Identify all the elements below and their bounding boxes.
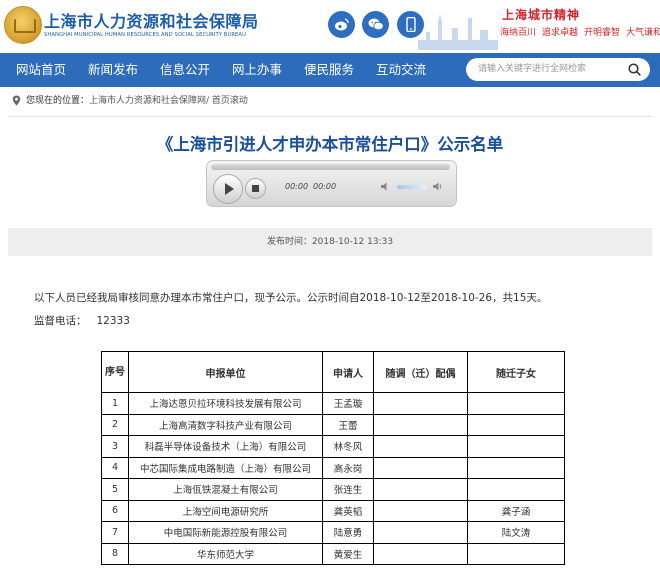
cell-spouse bbox=[373, 456, 468, 479]
search-placeholder: 请输入关键字进行全网检索 bbox=[478, 64, 587, 74]
cell-unit: 上海佤铁混凝土有限公司 bbox=[128, 478, 323, 501]
cell-unit: 中电国际新能源控股有限公司 bbox=[128, 521, 323, 544]
cell-seq: 3 bbox=[101, 435, 129, 458]
col-header-seq: 序号 bbox=[101, 351, 129, 393]
cell-children bbox=[467, 392, 565, 415]
cell-applicant: 黄爱生 bbox=[322, 542, 374, 565]
divider bbox=[8, 116, 652, 117]
cell-seq: 7 bbox=[101, 521, 129, 544]
cell-unit: 华东师范大学 bbox=[128, 542, 323, 565]
breadcrumb-path[interactable]: 上海市人力资源和社会保障网/ 首页滚动 bbox=[89, 96, 248, 106]
cell-applicant: 高永岗 bbox=[322, 456, 374, 479]
intro-text: 以下人员已经我局审核同意办理本市常住户口，现予公示。公示时间自2018-10-1… bbox=[34, 292, 548, 304]
volume-slider[interactable] bbox=[397, 185, 427, 189]
cell-applicant: 王蕾 bbox=[322, 413, 374, 436]
cell-children bbox=[467, 435, 565, 458]
bureau-logo[interactable] bbox=[4, 6, 42, 44]
nav-item-info-disclosure[interactable]: 信息公开 bbox=[160, 53, 210, 87]
cell-applicant: 林冬风 bbox=[322, 435, 374, 458]
spirit-word: 开明睿智 bbox=[584, 28, 621, 38]
cell-seq: 5 bbox=[101, 478, 129, 501]
mute-icon[interactable] bbox=[380, 181, 391, 192]
cell-seq: 6 bbox=[101, 499, 129, 522]
table-row: 2 上海高清数字科技产业有限公司 王蕾 bbox=[101, 413, 565, 436]
cell-spouse bbox=[373, 521, 468, 544]
cell-applicant: 王孟璇 bbox=[322, 392, 374, 415]
site-header: 上海市人力资源和社会保障局 SHANGHAI MUNICIPAL HUMAN R… bbox=[0, 0, 660, 52]
search-icon[interactable] bbox=[628, 63, 641, 76]
stop-button[interactable] bbox=[245, 178, 266, 199]
table-row: 6 上海空间电源研究所 龚英韬 龚子涵 bbox=[101, 499, 565, 522]
table-row: 1 上海达恩贝拉环境科技发展有限公司 王孟璇 bbox=[101, 392, 565, 415]
table-row: 8 华东师范大学 黄爱生 bbox=[101, 542, 565, 565]
table-row: 4 中芯国际集成电路制造（上海）有限公司 高永岗 bbox=[101, 456, 565, 479]
wechat-icon[interactable] bbox=[362, 11, 389, 38]
city-skyline-decoration bbox=[418, 14, 498, 50]
cell-spouse bbox=[373, 413, 468, 436]
phone-label: 监督电话： bbox=[34, 315, 87, 327]
cell-unit: 上海高清数字科技产业有限公司 bbox=[128, 413, 323, 436]
table-header-row: 序号 申报单位 申请人 随调（迁）配偶 随迁子女 bbox=[101, 351, 565, 393]
cell-spouse bbox=[373, 499, 468, 522]
cell-applicant: 陆意勇 bbox=[322, 521, 374, 544]
table-body: 1 上海达恩贝拉环境科技发展有限公司 王孟璇 2 上海高清数字科技产业有限公司 王蕾 3 科磊… bbox=[101, 392, 565, 565]
cell-seq: 8 bbox=[101, 542, 129, 565]
cell-children bbox=[467, 542, 565, 565]
total-time: 00:00 bbox=[313, 182, 337, 191]
current-time: 00:00 bbox=[285, 182, 309, 191]
cell-seq: 4 bbox=[101, 456, 129, 479]
mobile-icon[interactable] bbox=[397, 11, 424, 38]
site-title[interactable]: 上海市人力资源和社会保障局 bbox=[44, 8, 259, 32]
cell-children bbox=[467, 478, 565, 501]
page-title: 《上海市引进人才申办本市常住户口》公示名单 bbox=[156, 135, 504, 154]
col-header-children: 随迁子女 bbox=[467, 351, 565, 393]
spirit-word: 追求卓越 bbox=[542, 28, 579, 38]
col-header-unit: 申报单位 bbox=[128, 351, 323, 393]
cell-spouse bbox=[373, 542, 468, 565]
nav-item-home[interactable]: 网站首页 bbox=[16, 53, 66, 87]
search-input[interactable]: 请输入关键字进行全网检索 bbox=[466, 58, 650, 81]
table-row: 5 上海佤铁混凝土有限公司 张连生 bbox=[101, 478, 565, 501]
breadcrumb: 您现在的位置：上海市人力资源和社会保障网/ 首页滚动 bbox=[12, 93, 248, 109]
cell-seq: 2 bbox=[101, 413, 129, 436]
col-header-spouse: 随调（迁）配偶 bbox=[373, 351, 468, 393]
audio-progress-bar[interactable] bbox=[211, 164, 450, 170]
cell-children bbox=[467, 413, 565, 436]
cell-children: 龚子涵 bbox=[467, 499, 565, 522]
cell-spouse bbox=[373, 478, 468, 501]
phone-number: 12333 bbox=[96, 315, 130, 327]
cell-children: 陆文涛 bbox=[467, 521, 565, 544]
cell-spouse bbox=[373, 435, 468, 458]
play-button[interactable] bbox=[213, 174, 243, 204]
nav-item-interaction[interactable]: 互动交流 bbox=[376, 53, 426, 87]
location-pin-icon bbox=[12, 95, 21, 106]
col-header-applicant: 申请人 bbox=[322, 351, 374, 393]
publicity-table: 序号 申报单位 申请人 随调（迁）配偶 随迁子女 1 上海达恩贝拉环境科技发展有限… bbox=[101, 351, 565, 565]
nav-item-news[interactable]: 新闻发布 bbox=[88, 53, 138, 87]
supervision-phone: 监督电话： 12333 bbox=[34, 313, 130, 328]
cell-unit: 中芯国际集成电路制造（上海）有限公司 bbox=[128, 456, 323, 479]
publish-time: 发布时间：2018-10-12 13:33 bbox=[8, 228, 652, 256]
cell-spouse bbox=[373, 392, 468, 415]
breadcrumb-label: 您现在的位置： bbox=[26, 96, 90, 106]
audio-player: 00:00 00:00 bbox=[206, 160, 457, 207]
table-row: 7 中电国际新能源控股有限公司 陆意勇 陆文涛 bbox=[101, 521, 565, 544]
table-row: 3 科磊半导体设备技术（上海）有限公司 林冬风 bbox=[101, 435, 565, 458]
volume-max-icon[interactable] bbox=[432, 181, 443, 192]
site-subtitle: SHANGHAI MUNICIPAL HUMAN RESOURCES AND S… bbox=[44, 32, 246, 38]
cell-unit: 科磊半导体设备技术（上海）有限公司 bbox=[128, 435, 323, 458]
nav-item-public-services[interactable]: 便民服务 bbox=[304, 53, 354, 87]
cell-applicant: 龚英韬 bbox=[322, 499, 374, 522]
city-spirit-words: 海纳百川 追求卓越 开明睿智 大气谦和 bbox=[500, 25, 660, 38]
weibo-icon[interactable] bbox=[328, 11, 355, 38]
spirit-word: 海纳百川 bbox=[500, 28, 537, 38]
spirit-word: 大气谦和 bbox=[626, 28, 660, 38]
cell-unit: 上海空间电源研究所 bbox=[128, 499, 323, 522]
cell-children bbox=[467, 456, 565, 479]
city-spirit-title: 上海城市精神 bbox=[502, 8, 581, 22]
nav-item-online-services[interactable]: 网上办事 bbox=[232, 53, 282, 87]
cell-seq: 1 bbox=[101, 392, 129, 415]
cell-unit: 上海达恩贝拉环境科技发展有限公司 bbox=[128, 392, 323, 415]
cell-applicant: 张连生 bbox=[322, 478, 374, 501]
